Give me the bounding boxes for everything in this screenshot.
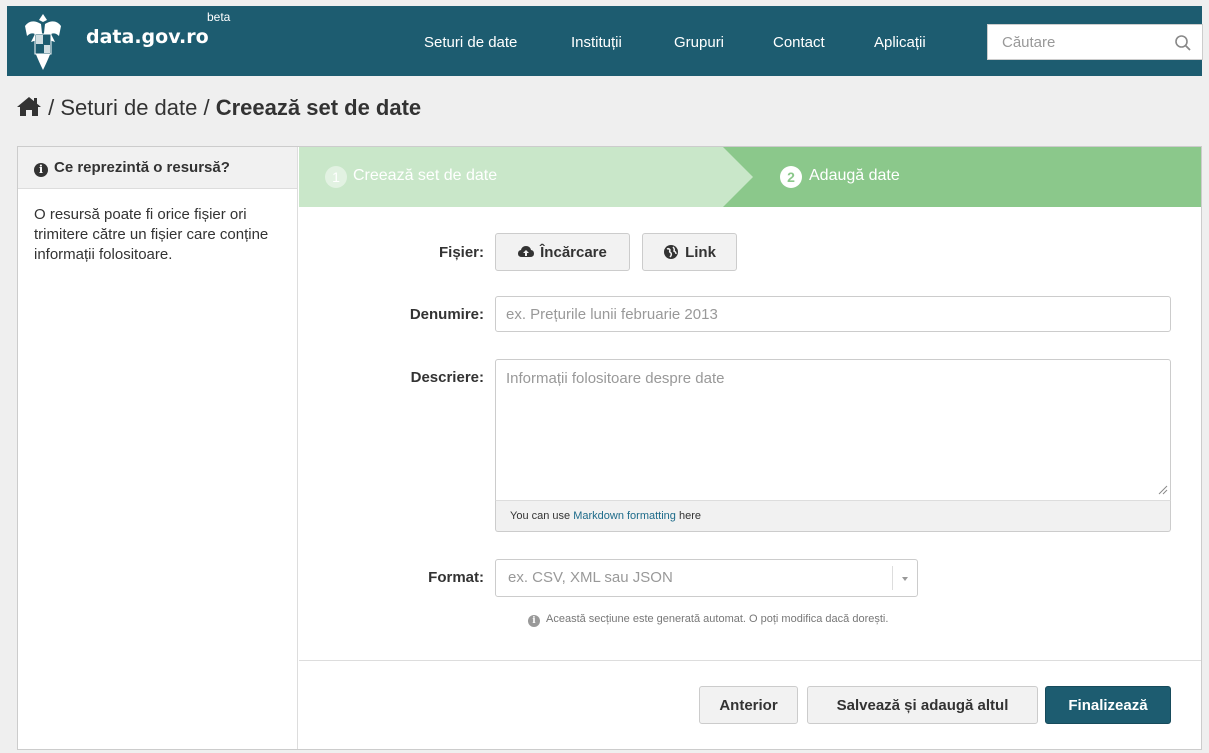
search-box: [987, 24, 1203, 60]
nav-applications[interactable]: Aplicații: [874, 34, 926, 51]
breadcrumb: / Seturi de date / Creează set de date: [16, 95, 421, 121]
sidebar-title: Ce reprezintă o resursă?: [54, 159, 230, 176]
coat-of-arms-icon[interactable]: [21, 12, 65, 72]
markdown-hint: You can use Markdown formatting here: [495, 500, 1171, 532]
description-label: Descriere:: [410, 369, 484, 386]
progress-stages: 1 Creează set de date 2 Adaugă date: [299, 147, 1201, 207]
stage-arrow: [723, 147, 753, 207]
nav-institutions[interactable]: Instituții: [571, 34, 622, 51]
stage-2-number: 2: [780, 166, 802, 188]
upload-button[interactable]: Încărcare: [495, 233, 630, 271]
markdown-prefix: You can use: [510, 510, 574, 522]
format-hint-text: Această secțiune este generată automat. …: [546, 613, 889, 625]
breadcrumb-separator: /: [203, 95, 210, 120]
sidebar-header: i Ce reprezintă o resursă?: [18, 147, 297, 189]
format-hint: i Această secțiune este generată automat.…: [528, 613, 888, 627]
name-label: Denumire:: [409, 306, 484, 323]
nav-groups[interactable]: Grupuri: [674, 34, 724, 51]
form-divider: [299, 660, 1201, 661]
link-button[interactable]: Link: [642, 233, 737, 271]
select-divider: [892, 566, 893, 590]
info-icon: i: [528, 615, 540, 627]
stage-2-label: Adaugă date: [809, 167, 900, 184]
format-select[interactable]: ex. CSV, XML sau JSON: [495, 559, 918, 597]
finish-button[interactable]: Finalizează: [1045, 686, 1171, 724]
name-input[interactable]: [495, 296, 1171, 332]
format-select-placeholder: ex. CSV, XML sau JSON: [508, 569, 673, 586]
masthead: data.gov.ro beta Seturi de date Instituț…: [7, 6, 1203, 76]
stage-1-label: Creează set de date: [353, 167, 498, 184]
link-button-label: Link: [685, 243, 716, 261]
beta-badge: beta: [207, 10, 231, 24]
format-label: Format:: [428, 569, 484, 586]
nav-contact[interactable]: Contact: [773, 34, 825, 51]
save-add-another-button[interactable]: Salvează și adaugă altul: [807, 686, 1038, 724]
content-panel: i Ce reprezintă o resursă? O resursă poat…: [17, 146, 1202, 750]
sidebar-text: O resursă poate fi orice fișier ori trim…: [34, 206, 269, 263]
resize-handle-icon[interactable]: [1158, 485, 1168, 495]
upload-button-label: Încărcare: [540, 243, 607, 261]
breadcrumb-current: Creează set de date: [215, 95, 422, 120]
info-icon: i: [34, 163, 48, 177]
home-icon[interactable]: [16, 95, 42, 117]
file-label: Fișier:: [438, 244, 484, 261]
stage-1-number: 1: [325, 166, 347, 188]
breadcrumb-separator: /: [48, 95, 55, 120]
previous-button[interactable]: Anterior: [699, 686, 798, 724]
chevron-down-icon[interactable]: [901, 575, 909, 583]
site-logo-text[interactable]: data.gov.ro: [86, 26, 209, 48]
description-textarea[interactable]: [495, 359, 1171, 501]
breadcrumb-datasets[interactable]: Seturi de date: [60, 95, 197, 120]
help-sidebar: i Ce reprezintă o resursă? O resursă poat…: [18, 147, 298, 749]
search-icon[interactable]: [1174, 34, 1192, 52]
search-input[interactable]: [1000, 25, 1174, 59]
markdown-link[interactable]: Markdown formatting: [573, 510, 676, 522]
markdown-suffix: here: [675, 510, 701, 522]
cloud-upload-icon: [518, 246, 535, 257]
nav-datasets[interactable]: Seturi de date: [424, 34, 517, 51]
globe-icon: [664, 245, 679, 259]
